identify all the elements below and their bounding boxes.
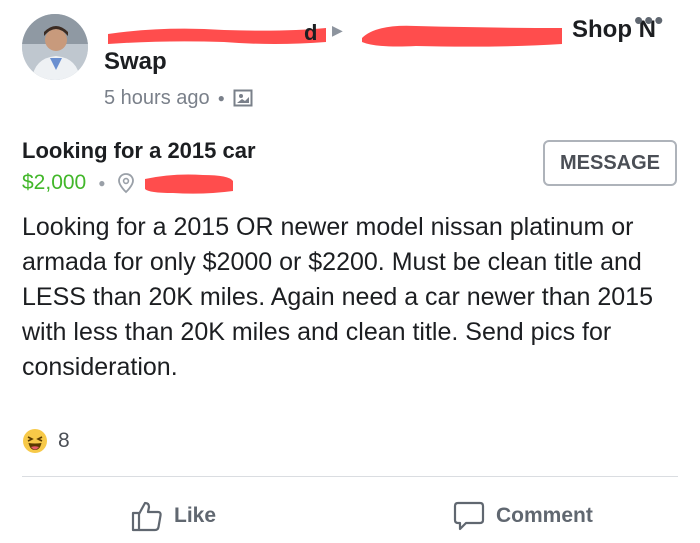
location-pin-icon [118, 173, 135, 194]
share-arrow-icon: ▶ [332, 22, 343, 38]
more-options-icon[interactable]: ••• [634, 7, 668, 34]
listing-price-row: $2,000 ● [22, 168, 235, 198]
message-button[interactable]: MESSAGE [543, 140, 677, 186]
listing-price: $2,000 [22, 171, 87, 194]
redacted-group-name [362, 25, 562, 47]
redacted-location [145, 174, 234, 194]
comment-label: Comment [496, 504, 593, 527]
poster-avatar[interactable] [22, 14, 88, 80]
separator-dot: ● [217, 91, 225, 105]
separator-dot: ● [98, 176, 106, 190]
redacted-poster-name: d [108, 20, 326, 45]
marketplace-photo-icon [233, 89, 253, 107]
reaction-count: 8 [58, 429, 70, 452]
comment-button[interactable]: Comment [452, 496, 593, 536]
group-name-link-cont[interactable]: Swap [104, 46, 167, 78]
listing-description: Looking for a 2015 OR newer model nissan… [22, 213, 653, 381]
post-header: d ▶ Shop N [104, 14, 656, 48]
svg-text:d: d [304, 20, 317, 45]
thumbs-up-icon [131, 501, 162, 532]
post-time[interactable]: 5 hours ago [104, 87, 210, 110]
like-button[interactable]: Like [130, 496, 216, 536]
divider [22, 476, 678, 477]
listing-title: Looking for a 2015 car [22, 138, 256, 163]
like-label: Like [174, 504, 217, 527]
comment-bubble-icon [453, 501, 485, 531]
post-meta: 5 hours ago ● [104, 84, 253, 112]
reactions-summary[interactable]: 8 [22, 426, 70, 456]
haha-emoji-icon [23, 429, 47, 453]
